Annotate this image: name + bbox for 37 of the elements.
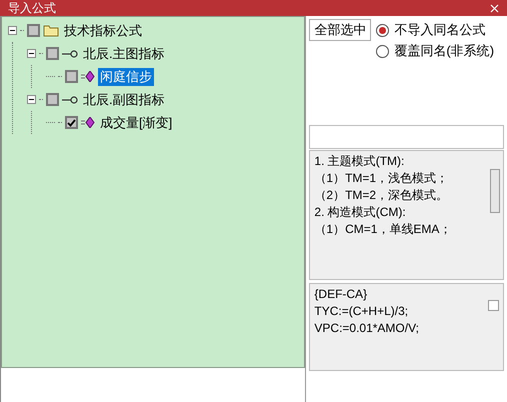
code-line: VPC:=0.01*AMO/V;	[314, 320, 420, 337]
minus-icon	[10, 28, 15, 33]
description-line: 1. 主题模式(TM):	[314, 153, 406, 170]
tree-checkbox[interactable]	[65, 70, 78, 83]
radio-option[interactable]: 覆盖同名(非系统)	[376, 42, 494, 60]
text-field[interactable]	[309, 125, 504, 149]
tree-item[interactable]: 成交量[渐变]	[98, 114, 174, 132]
folder-icon	[43, 24, 59, 37]
scrollbar[interactable]	[490, 169, 500, 213]
diamond-icon	[81, 71, 95, 82]
description-line: （1）TM=1，浅色模式；	[314, 170, 450, 187]
close-icon[interactable]	[490, 4, 499, 12]
radio-option[interactable]: 不导入同名公式	[376, 21, 494, 39]
tree-checkbox[interactable]	[46, 47, 59, 60]
tree-checkbox[interactable]	[27, 24, 40, 37]
tree-item[interactable]: 技术指标公式	[62, 22, 144, 40]
diamond-icon	[81, 117, 95, 128]
collapse-toggle[interactable]	[27, 95, 36, 104]
code-line: {DEF-CA}	[314, 286, 368, 303]
window-title: 导入公式	[8, 1, 56, 15]
description-line: （1）CM=1，单线EMA；	[314, 221, 452, 238]
checkbox[interactable]	[488, 300, 499, 311]
description-line: （2）TM=2，深色模式。	[314, 187, 450, 204]
select-all-button[interactable]: 全部选中	[309, 19, 372, 41]
description-line: 2. 构造模式(CM):	[314, 204, 407, 221]
tree-item[interactable]: 北辰.主图指标	[81, 44, 167, 62]
tree-item[interactable]: 闲庭信步	[98, 68, 154, 86]
key-icon	[62, 50, 78, 58]
tree-checkbox[interactable]	[65, 116, 78, 129]
minus-icon	[29, 51, 34, 56]
code-line: TYC:=(C+H+L)/3;	[314, 303, 410, 320]
tree-item[interactable]: 北辰.副图指标	[81, 90, 167, 108]
minus-icon	[29, 97, 34, 102]
tree-checkbox[interactable]	[46, 93, 59, 106]
collapse-toggle[interactable]	[27, 49, 36, 58]
key-icon	[62, 96, 78, 104]
collapse-toggle[interactable]	[8, 26, 17, 35]
